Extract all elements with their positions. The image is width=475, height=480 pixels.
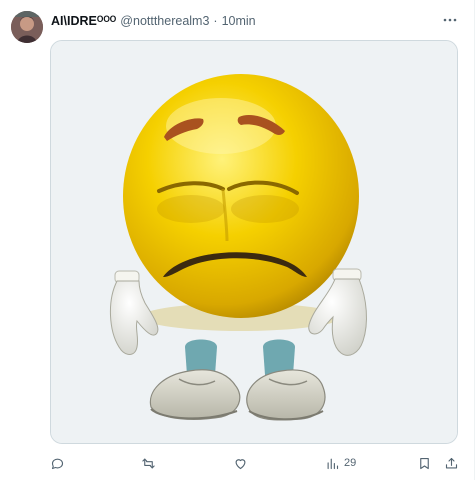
- user-handle[interactable]: @notttherealm3: [120, 14, 209, 28]
- sad-emoji-image: [51, 41, 457, 443]
- more-options-button[interactable]: [439, 10, 461, 30]
- bookmark-icon: [420, 457, 429, 469]
- heart-icon: [235, 458, 246, 469]
- timestamp[interactable]: 10min: [222, 14, 256, 28]
- share-button[interactable]: [444, 452, 459, 474]
- avatar[interactable]: [11, 11, 43, 43]
- display-name[interactable]: AI\IDREᴼᴼᴼ: [51, 14, 116, 28]
- like-button[interactable]: [233, 452, 248, 474]
- bookmark-button[interactable]: [417, 452, 432, 474]
- post-media[interactable]: [50, 40, 458, 444]
- repost-icon: [142, 458, 155, 468]
- reply-button[interactable]: [50, 452, 65, 474]
- views-icon: [327, 458, 339, 469]
- views-button[interactable]: 29: [325, 452, 356, 474]
- views-count: 29: [344, 457, 357, 469]
- avatar-image: [11, 11, 43, 43]
- share-icon: [445, 457, 458, 468]
- reply-icon: [51, 458, 64, 469]
- tweet-card[interactable]: AI\IDREᴼᴼᴼ @notttherealm3 · 10min 29: [0, 0, 475, 480]
- more-icon: [443, 18, 457, 22]
- repost-button[interactable]: [141, 452, 156, 474]
- post-header: AI\IDREᴼᴼᴼ @notttherealm3 · 10min: [51, 11, 256, 31]
- separator-dot: ·: [213, 14, 218, 28]
- action-bar: 29: [44, 452, 462, 474]
